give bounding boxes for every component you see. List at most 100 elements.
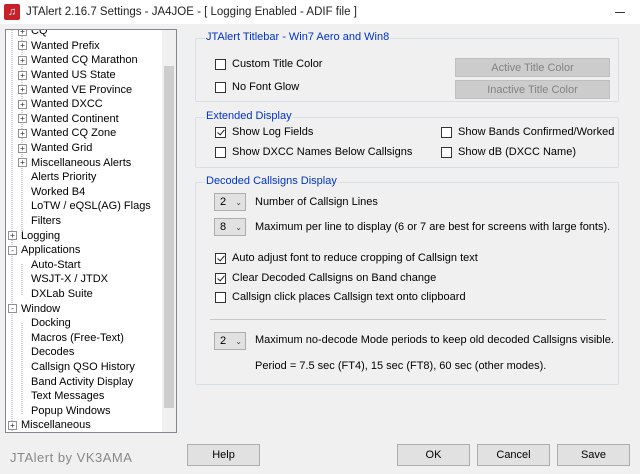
plus-box-icon[interactable]: + — [18, 114, 27, 124]
tree-item-label: Window — [21, 302, 61, 315]
tree-scrollbar-thumb[interactable] — [164, 66, 174, 408]
show-log-fields-checkbox[interactable]: Show Log Fields — [215, 126, 313, 138]
app-music-icon: ♫ — [4, 4, 20, 20]
show-bands-confirmed-checkbox[interactable]: Show Bands Confirmed/Worked — [441, 126, 614, 138]
tree-item-label: Wanted VE Province — [31, 83, 133, 96]
save-button[interactable]: Save — [557, 444, 630, 466]
tree-item-label: Band Activity Display — [31, 375, 134, 388]
tree-item[interactable]: Decodes — [18, 345, 74, 360]
checkbox-label: No Font Glow — [232, 81, 300, 93]
checkbox-box — [215, 126, 226, 138]
help-button[interactable]: Help — [187, 444, 260, 466]
show-dxcc-names-checkbox[interactable]: Show DXCC Names Below Callsigns — [215, 146, 412, 158]
tree-item[interactable]: - Applications — [8, 243, 80, 258]
title-bar: ♫ JTAlert 2.16.7 Settings - JA4JOE - [ L… — [0, 0, 640, 24]
max-per-line-select[interactable]: 8 ⌄ — [214, 218, 246, 236]
plus-box-icon[interactable]: + — [18, 30, 27, 36]
plus-box-icon[interactable]: + — [8, 231, 17, 241]
no-font-glow-checkbox[interactable]: No Font Glow — [215, 81, 299, 93]
tree-item[interactable]: + Logging — [8, 228, 60, 243]
tree-item[interactable]: Docking — [18, 316, 71, 331]
tree-item[interactable]: Callsign QSO History — [18, 360, 135, 375]
window-title: JTAlert 2.16.7 Settings - JA4JOE - [ Log… — [26, 6, 357, 18]
checkbox-label: Show dB (DXCC Name) — [458, 146, 576, 158]
checkbox-box — [441, 146, 452, 158]
titlebar-group-title: JTAlert Titlebar - Win7 Aero and Win8 — [205, 31, 391, 43]
plus-box-icon[interactable]: + — [18, 158, 27, 168]
tree-item-label: Wanted Continent — [31, 112, 119, 125]
ok-button[interactable]: OK — [397, 444, 470, 466]
decoded-callsigns-group-title: Decoded Callsigns Display — [205, 175, 338, 187]
tree-item[interactable]: + Wanted VE Province — [18, 82, 132, 97]
tree-item[interactable]: + Wanted Continent — [18, 112, 119, 127]
checkbox-label: Show Log Fields — [232, 126, 314, 138]
checkbox-label: Show Bands Confirmed/Worked — [458, 126, 615, 138]
plus-box-icon[interactable]: + — [18, 143, 27, 153]
custom-title-color-checkbox[interactable]: Custom Title Color — [215, 58, 322, 70]
tree-item-label: Macros (Free-Text) — [31, 331, 124, 344]
tree-item[interactable]: + Wanted DXCC — [18, 97, 103, 112]
tree-item[interactable]: LoTW / eQSL(AG) Flags — [18, 199, 151, 214]
checkbox-box — [215, 272, 226, 284]
plus-box-icon[interactable]: + — [18, 41, 27, 51]
callsign-lines-select[interactable]: 2 ⌄ — [214, 193, 246, 211]
minimize-button[interactable] — [600, 0, 640, 24]
checkbox-label: Show DXCC Names Below Callsigns — [232, 146, 413, 158]
tree-item[interactable]: Alerts Priority — [18, 170, 96, 185]
clear-on-band-change-checkbox[interactable]: Clear Decoded Callsigns on Band change — [215, 272, 436, 284]
tree-item[interactable]: + Wanted Prefix — [18, 39, 100, 54]
tree-item-label: Wanted DXCC — [31, 98, 103, 111]
auto-adjust-font-checkbox[interactable]: Auto adjust font to reduce cropping of C… — [215, 252, 478, 264]
tree-item-label: Text Messages — [31, 390, 105, 403]
tree-item[interactable]: Text Messages — [18, 389, 104, 404]
plus-box-icon[interactable]: + — [18, 55, 27, 65]
plus-box-icon[interactable]: + — [8, 420, 17, 430]
titlebar-group: JTAlert Titlebar - Win7 Aero and Win8 Cu… — [195, 31, 619, 102]
tree-item[interactable]: Filters — [18, 214, 61, 229]
max-per-line-label: Maximum per line to display (6 or 7 are … — [255, 221, 611, 233]
tree-item[interactable]: + Miscellaneous — [8, 418, 91, 432]
tree-item[interactable]: Band Activity Display — [18, 374, 133, 389]
tree-item[interactable]: + Wanted CQ Zone — [18, 126, 116, 141]
tree-item-label: Logging — [21, 229, 61, 242]
tree-item[interactable]: + Miscellaneous Alerts — [18, 155, 131, 170]
chevron-down-icon: ⌄ — [235, 222, 242, 232]
tree-item[interactable]: Macros (Free-Text) — [18, 331, 124, 346]
tree-scrollbar[interactable] — [162, 30, 176, 432]
minimize-icon — [615, 11, 625, 13]
active-title-color-button[interactable]: Active Title Color — [455, 58, 610, 77]
tree-item[interactable]: Popup Windows — [18, 404, 111, 419]
tree-item[interactable]: Worked B4 — [18, 185, 85, 200]
inactive-title-color-button[interactable]: Inactive Title Color — [455, 80, 610, 99]
tree-item[interactable]: WSJT-X / JTDX — [18, 272, 108, 287]
chevron-down-icon: ⌄ — [235, 336, 242, 346]
tree-item[interactable]: + Wanted CQ Marathon — [18, 53, 138, 68]
tree-item-label: Wanted US State — [31, 69, 116, 82]
tree-item[interactable]: DXLab Suite — [18, 287, 93, 302]
group-separator — [210, 319, 606, 320]
minus-box-icon[interactable]: - — [8, 245, 17, 255]
max-nodecode-periods-select[interactable]: 2 ⌄ — [214, 332, 246, 350]
plus-box-icon[interactable]: + — [18, 70, 27, 80]
tree-item[interactable]: Auto-Start — [18, 258, 81, 273]
minus-box-icon[interactable]: - — [8, 304, 17, 314]
tree-item-label: Miscellaneous — [21, 419, 91, 432]
tree-item[interactable]: - Window — [8, 301, 60, 316]
tree-item[interactable]: + Wanted US State — [18, 68, 116, 83]
cancel-button[interactable]: Cancel — [477, 444, 550, 466]
settings-tree[interactable]: + CQ + Wanted Prefix + Wanted CQ Marathon + Wan… — [5, 29, 177, 433]
tree-item[interactable]: + CQ — [18, 30, 48, 39]
select-value: 8 — [220, 221, 227, 233]
tree-item-label: Worked B4 — [31, 185, 86, 198]
plus-box-icon[interactable]: + — [18, 85, 27, 95]
checkbox-box — [441, 126, 452, 138]
brand-label: JTAlert by VK3AMA — [10, 450, 133, 465]
tree-item-label: Wanted CQ Zone — [31, 127, 117, 140]
tree-item[interactable]: + Wanted Grid — [18, 141, 92, 156]
plus-box-icon[interactable]: + — [18, 99, 27, 109]
checkbox-box — [215, 81, 226, 93]
checkbox-label: Custom Title Color — [232, 58, 323, 70]
plus-box-icon[interactable]: + — [18, 128, 27, 138]
show-db-checkbox[interactable]: Show dB (DXCC Name) — [441, 146, 576, 158]
click-to-clipboard-checkbox[interactable]: Callsign click places Callsign text onto… — [215, 291, 466, 303]
